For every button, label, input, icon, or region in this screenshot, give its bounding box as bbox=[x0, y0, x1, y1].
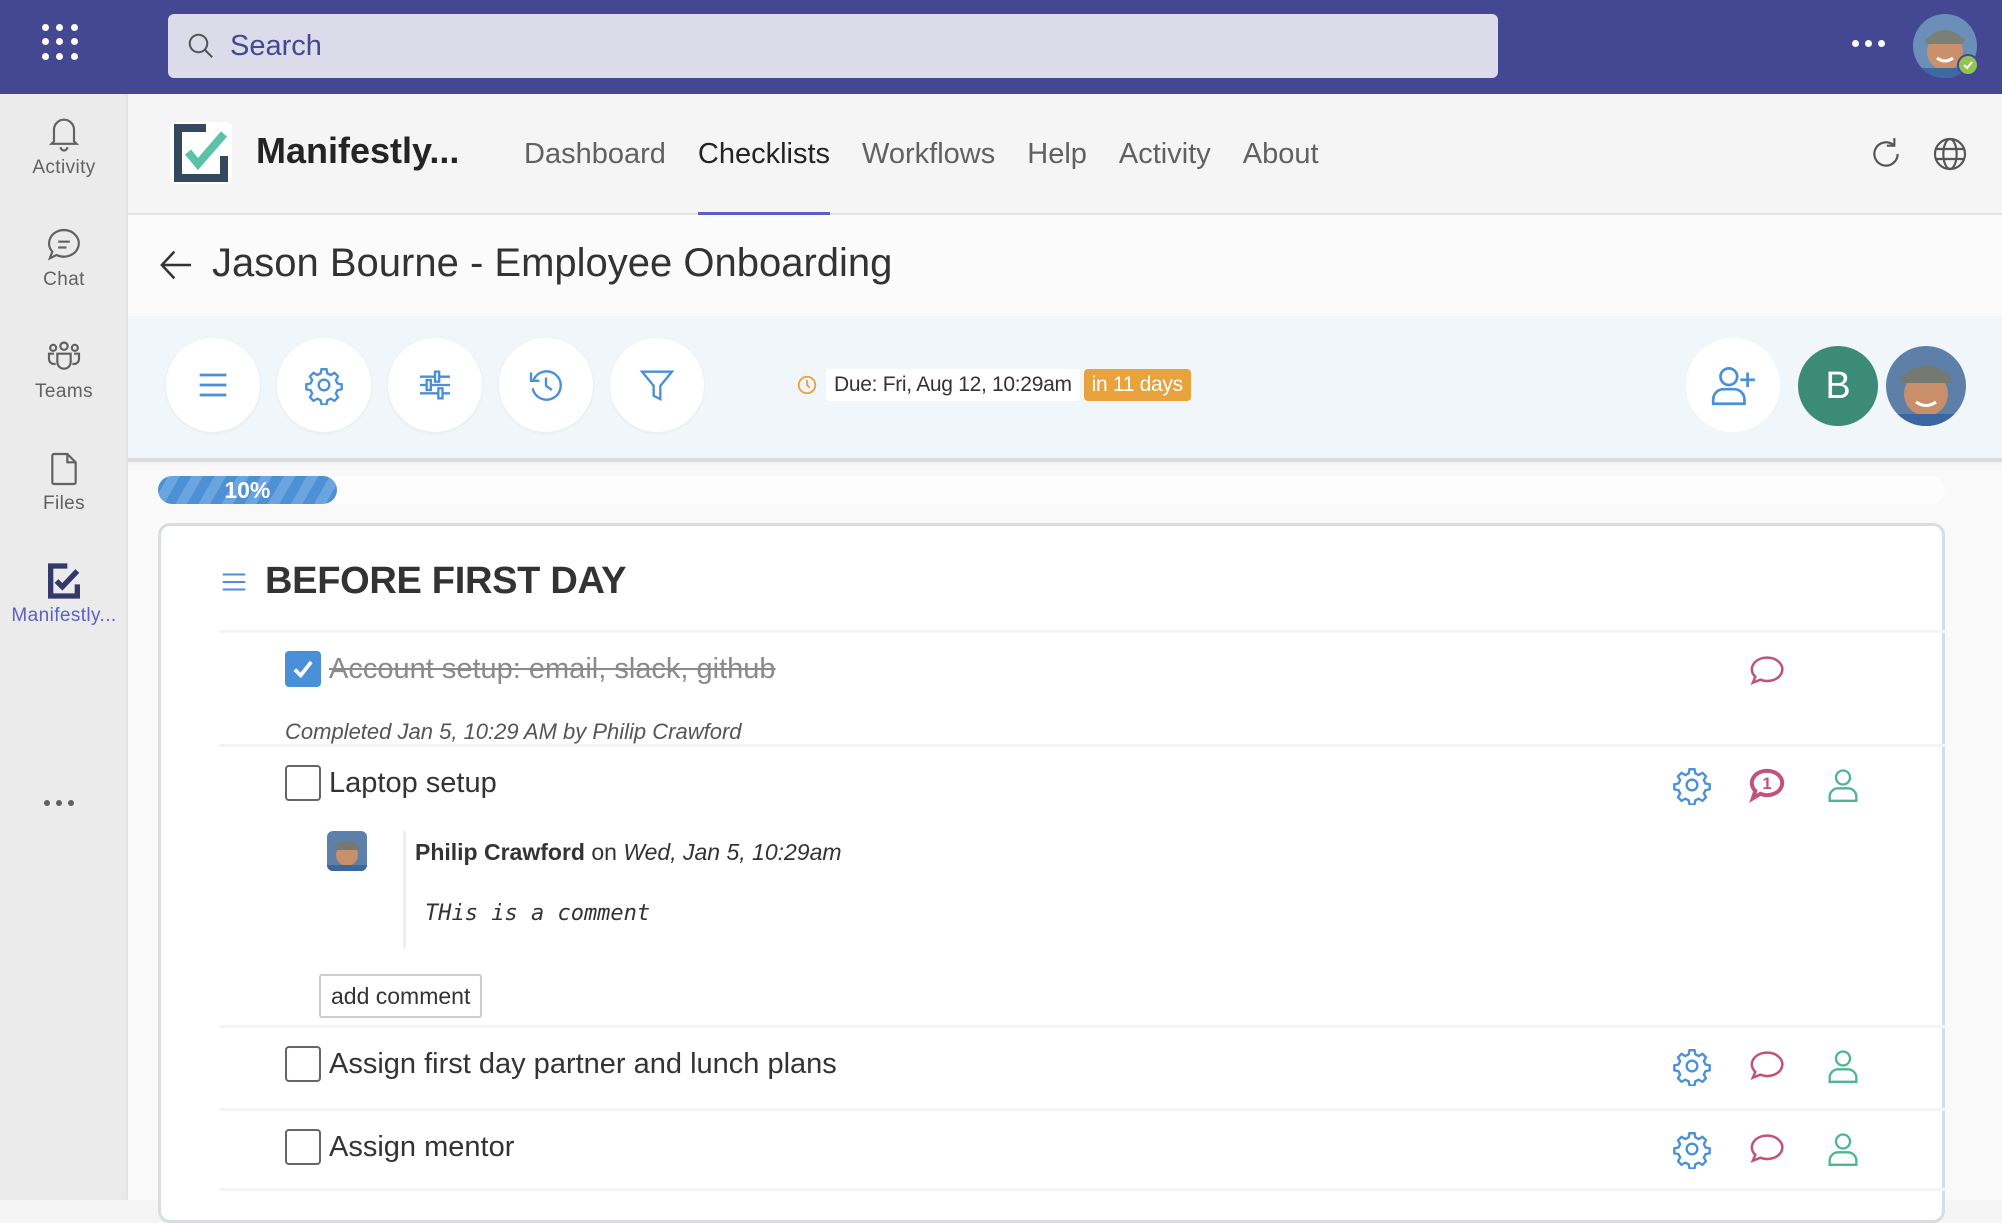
task-label: Account setup: email, slack, github bbox=[329, 652, 776, 685]
task-checkbox[interactable] bbox=[285, 765, 321, 801]
page-title-row: Jason Bourne - Employee Onboarding bbox=[128, 215, 2002, 316]
nav-activity[interactable]: Activity bbox=[1103, 94, 1227, 215]
comment-on: on bbox=[584, 839, 624, 865]
more-apps-icon[interactable] bbox=[44, 800, 74, 806]
progress-fill: 10% bbox=[158, 476, 337, 504]
menu-button[interactable] bbox=[166, 338, 260, 432]
search-icon bbox=[188, 33, 213, 58]
task-row: Assign mentor bbox=[219, 1108, 1946, 1191]
task-row: Account setup: email, slack, github Comp… bbox=[219, 630, 1946, 744]
completed-meta: Completed Jan 5, 10:29 AM by Philip Craw… bbox=[285, 719, 742, 744]
comment-author: Philip Crawford bbox=[415, 839, 585, 865]
comment-icon[interactable] bbox=[1747, 1046, 1787, 1086]
status-available-icon bbox=[1957, 54, 1979, 76]
comment-icon[interactable] bbox=[1747, 651, 1787, 691]
task-row: Laptop setup 1 Philip Crawford on Wed, J… bbox=[219, 744, 1946, 1025]
settings-button[interactable] bbox=[277, 338, 371, 432]
app-name: Manifestly... bbox=[256, 130, 460, 171]
nav-help[interactable]: Help bbox=[1011, 94, 1103, 215]
progress-bar: 10% bbox=[158, 476, 1945, 504]
task-label: Laptop setup bbox=[329, 766, 497, 799]
left-app-rail: Activity Chat Teams Files Manifestly... bbox=[0, 94, 128, 1200]
adjust-button[interactable] bbox=[388, 338, 482, 432]
assignee-avatar-b[interactable]: B bbox=[1798, 346, 1878, 426]
app-nav: Dashboard Checklists Workflows Help Acti… bbox=[508, 94, 1335, 217]
comment-icon[interactable] bbox=[1747, 1129, 1787, 1169]
hamburger-icon bbox=[199, 373, 227, 397]
assign-user-icon[interactable] bbox=[1823, 1046, 1863, 1086]
chat-icon bbox=[47, 228, 80, 261]
back-arrow-icon[interactable] bbox=[156, 245, 196, 285]
history-icon bbox=[529, 370, 562, 401]
manifestly-logo bbox=[170, 122, 232, 184]
clock-icon bbox=[797, 375, 817, 395]
history-button[interactable] bbox=[499, 338, 593, 432]
comment-count-icon[interactable]: 1 bbox=[1747, 765, 1787, 805]
comment-header: Philip Crawford on Wed, Jan 5, 10:29am bbox=[415, 839, 842, 866]
comment: Philip Crawford on Wed, Jan 5, 10:29am T… bbox=[327, 831, 1127, 951]
task-label: Assign first day partner and lunch plans bbox=[329, 1047, 837, 1080]
filter-button[interactable] bbox=[610, 338, 704, 432]
add-user-button[interactable] bbox=[1686, 338, 1780, 432]
nav-about[interactable]: About bbox=[1227, 94, 1335, 215]
due-date-text: Due: Fri, Aug 12, 10:29am bbox=[826, 369, 1080, 401]
checklist-content: 10% BEFORE FIRST DAY Account setup: emai… bbox=[128, 466, 2002, 1223]
add-comment-button[interactable]: add comment bbox=[319, 974, 483, 1018]
rail-item-chat[interactable]: Chat bbox=[0, 208, 128, 308]
refresh-icon[interactable] bbox=[1866, 134, 1906, 174]
task-checkbox[interactable] bbox=[285, 1129, 321, 1165]
gear-icon[interactable] bbox=[1672, 765, 1712, 805]
rail-item-manifestly[interactable]: Manifestly... bbox=[0, 544, 128, 644]
section-header: BEFORE FIRST DAY bbox=[219, 560, 626, 603]
bell-icon bbox=[48, 118, 80, 152]
gear-icon[interactable] bbox=[1672, 1046, 1712, 1086]
sliders-icon bbox=[420, 370, 450, 400]
section-menu-icon[interactable] bbox=[219, 567, 249, 597]
section-card: BEFORE FIRST DAY Account setup: email, s… bbox=[158, 523, 1946, 1223]
assignee-avatar-photo[interactable] bbox=[1886, 346, 1966, 426]
checkmark-icon bbox=[293, 660, 313, 679]
rail-item-teams[interactable]: Teams bbox=[0, 320, 128, 420]
comment-divider bbox=[403, 831, 406, 949]
search-input[interactable] bbox=[230, 29, 1430, 63]
rail-item-files[interactable]: Files bbox=[0, 432, 128, 532]
nav-workflows[interactable]: Workflows bbox=[846, 94, 1011, 215]
add-user-icon bbox=[1711, 366, 1755, 406]
comment-date: Wed, Jan 5, 10:29am bbox=[623, 839, 842, 865]
file-icon bbox=[51, 452, 77, 486]
manifestly-icon bbox=[48, 563, 80, 599]
nav-dashboard[interactable]: Dashboard bbox=[508, 94, 682, 215]
filter-icon bbox=[639, 370, 675, 402]
page-title: Jason Bourne - Employee Onboarding bbox=[212, 241, 893, 285]
gear-icon[interactable] bbox=[1672, 1129, 1712, 1169]
nav-checklists[interactable]: Checklists bbox=[682, 94, 846, 217]
app-launcher-icon[interactable] bbox=[40, 22, 80, 62]
teams-icon bbox=[47, 341, 81, 370]
task-row: Assign first day partner and lunch plans bbox=[219, 1025, 1946, 1108]
assign-user-icon[interactable] bbox=[1823, 765, 1863, 805]
app-header: Manifestly... Dashboard Checklists Workf… bbox=[128, 94, 2002, 217]
due-date: Due: Fri, Aug 12, 10:29am in 11 days bbox=[796, 369, 1191, 401]
gear-icon bbox=[305, 368, 343, 405]
checklist-toolbar: Due: Fri, Aug 12, 10:29am in 11 days B bbox=[128, 316, 2002, 462]
comment-body: THis is a comment bbox=[425, 901, 651, 926]
due-relative-badge: in 11 days bbox=[1083, 369, 1191, 401]
globe-icon[interactable] bbox=[1930, 134, 1970, 174]
task-label: Assign mentor bbox=[329, 1130, 515, 1163]
comment-count: 1 bbox=[1762, 774, 1771, 793]
comment-author-avatar bbox=[327, 831, 367, 871]
assign-user-icon[interactable] bbox=[1823, 1129, 1863, 1169]
task-checkbox[interactable] bbox=[285, 1046, 321, 1082]
search-box[interactable] bbox=[168, 14, 1498, 78]
rail-item-activity[interactable]: Activity bbox=[0, 96, 128, 196]
task-checkbox[interactable] bbox=[285, 651, 321, 687]
teams-top-bar bbox=[0, 0, 2002, 94]
section-title: BEFORE FIRST DAY bbox=[265, 560, 627, 602]
more-options-icon[interactable] bbox=[1852, 40, 1885, 47]
